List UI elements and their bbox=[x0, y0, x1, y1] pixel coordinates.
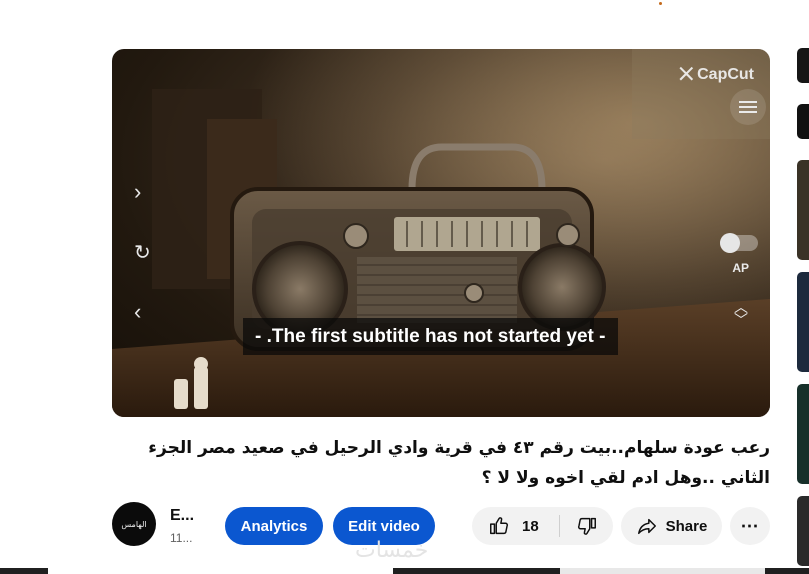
chevron-right-icon[interactable]: › bbox=[134, 181, 141, 203]
autoplay-label: AP bbox=[732, 261, 749, 275]
strip-segment bbox=[48, 568, 393, 574]
capcut-watermark: ⨉ CapCut bbox=[679, 65, 755, 84]
like-count: 18 bbox=[522, 517, 539, 535]
player-menu-button[interactable] bbox=[730, 89, 766, 125]
subscriber-count: 11... bbox=[170, 531, 193, 545]
avatar-text: الهامس bbox=[121, 519, 147, 529]
chevron-up-down-icon[interactable]: ︿ ﹀ bbox=[732, 300, 750, 327]
related-thumb-1[interactable] bbox=[797, 48, 809, 83]
related-thumb-4[interactable] bbox=[797, 272, 809, 372]
share-button[interactable]: Share bbox=[621, 507, 722, 545]
capcut-logo-icon: ⨉ bbox=[679, 65, 694, 84]
dislike-button[interactable] bbox=[560, 507, 613, 545]
like-dislike-group: 18 bbox=[472, 507, 613, 545]
toggle-knob bbox=[720, 233, 740, 253]
autoplay-toggle[interactable] bbox=[720, 233, 758, 253]
thumbs-down-icon bbox=[577, 517, 596, 535]
share-label: Share bbox=[665, 517, 708, 535]
channel-name[interactable]: E... bbox=[170, 507, 194, 525]
share-icon bbox=[637, 518, 656, 535]
decorative-dot bbox=[659, 2, 662, 5]
video-title: رعب عودة سلهام..بيت رقم ٤٣ في قرية وادي … bbox=[148, 438, 770, 488]
replay-icon[interactable]: ↻ bbox=[134, 243, 151, 263]
channel-avatar[interactable]: الهامس bbox=[112, 502, 156, 546]
related-thumb-2[interactable] bbox=[797, 104, 809, 139]
menu-icon bbox=[739, 106, 757, 108]
chevron-left-icon[interactable]: ‹ bbox=[134, 301, 141, 323]
more-actions-button[interactable]: ⋯ bbox=[730, 507, 770, 545]
bottom-taskbar-strip bbox=[0, 568, 809, 574]
video-frame-radio bbox=[112, 49, 770, 417]
background-watermark: خمسات bbox=[355, 538, 429, 563]
analytics-button[interactable]: Analytics bbox=[225, 507, 323, 545]
related-thumb-3[interactable] bbox=[797, 160, 809, 260]
subtitle-caption: - .The first subtitle has not started ye… bbox=[243, 318, 618, 355]
video-player[interactable]: ⨉ CapCut › ↻ ‹ AP ︿ ﹀ - .The first subtit… bbox=[112, 49, 770, 417]
like-button[interactable]: 18 bbox=[472, 507, 559, 545]
strip-segment bbox=[560, 568, 765, 574]
thumbs-up-icon bbox=[490, 517, 509, 535]
related-thumb-6[interactable] bbox=[797, 496, 809, 566]
related-thumb-5[interactable] bbox=[797, 384, 809, 484]
